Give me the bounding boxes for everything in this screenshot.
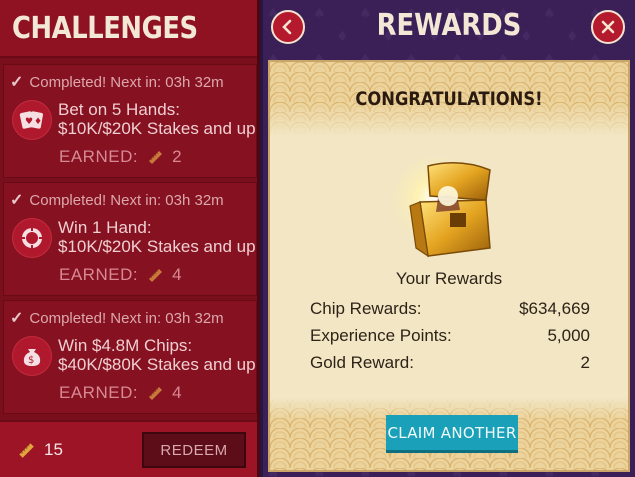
- your-rewards-label: Your Rewards: [395, 269, 503, 288]
- reward-row-experience: Experience Points: 5,000: [310, 326, 590, 345]
- challenge-title: Win $4.8M Chips: $40K/$80K Stakes and up: [58, 336, 256, 374]
- rewards-panel: ♠ ♦ REWARDS: [263, 0, 635, 477]
- rewards-dialog: CONGRATULATIONS! Your Rewards Chip Rewar…: [268, 60, 630, 472]
- challenge-card[interactable]: ✓ Completed! Next in: 03h 32m $ Win $4.8…: [3, 300, 257, 414]
- challenge-title: Bet on 5 Hands: $10K/$20K Stakes and up: [58, 100, 256, 138]
- challenges-header: CHALLENGES: [0, 0, 257, 58]
- claim-another-button[interactable]: CLAIM ANOTHER: [386, 415, 518, 453]
- check-icon: ✓: [10, 74, 24, 91]
- ticket-icon: [149, 269, 163, 282]
- challenge-status: ✓ Completed! Next in: 03h 32m: [10, 191, 224, 210]
- svg-text:♥: ♥: [25, 117, 33, 127]
- rewards-header: REWARDS: [263, 0, 635, 58]
- challenge-card[interactable]: ✓ Completed! Next in: 03h 32m Win 1 Hand…: [3, 182, 257, 296]
- svg-text:$: $: [28, 355, 34, 366]
- challenge-earned: EARNED: 4: [59, 265, 183, 284]
- playing-cards-icon: ♥ ♦: [12, 100, 52, 140]
- ticket-count: 15: [44, 440, 63, 459]
- reward-row-gold: Gold Reward: 2: [310, 353, 590, 372]
- challenges-footer: 15 REDEEM: [0, 420, 257, 477]
- ticket-icon: [19, 443, 34, 458]
- reward-row-chips: Chip Rewards: $634,669: [310, 299, 590, 318]
- ticket-balance: 15: [16, 440, 63, 460]
- check-icon: ✓: [10, 192, 24, 209]
- challenge-card[interactable]: ✓ Completed! Next in: 03h 32m ♥ ♦ Bet on…: [3, 64, 257, 178]
- challenge-title: Win 1 Hand: $10K/$20K Stakes and up: [58, 218, 256, 256]
- close-button[interactable]: [591, 10, 625, 44]
- money-bag-icon: $: [12, 336, 52, 376]
- ticket-icon: [149, 151, 163, 164]
- challenges-title: CHALLENGES: [12, 10, 198, 46]
- ticket-icon: [149, 387, 163, 400]
- treasure-chest-icon: [392, 158, 491, 258]
- congratulations-heading: CONGRATULATIONS!: [355, 88, 543, 110]
- close-icon: [601, 20, 615, 34]
- challenge-status: ✓ Completed! Next in: 03h 32m: [10, 73, 224, 92]
- redeem-button[interactable]: REDEEM: [142, 432, 246, 468]
- challenge-earned: EARNED: 4: [59, 383, 183, 402]
- challenges-panel: CHALLENGES ✓ Completed! Next in: 03h 32m…: [0, 0, 260, 477]
- challenge-status: ✓ Completed! Next in: 03h 32m: [10, 309, 224, 328]
- svg-text:♦: ♦: [34, 117, 42, 127]
- challenge-earned: EARNED: 2: [59, 147, 183, 166]
- poker-chip-icon: [12, 218, 52, 258]
- check-icon: ✓: [10, 310, 24, 327]
- rewards-title: REWARDS: [376, 8, 522, 43]
